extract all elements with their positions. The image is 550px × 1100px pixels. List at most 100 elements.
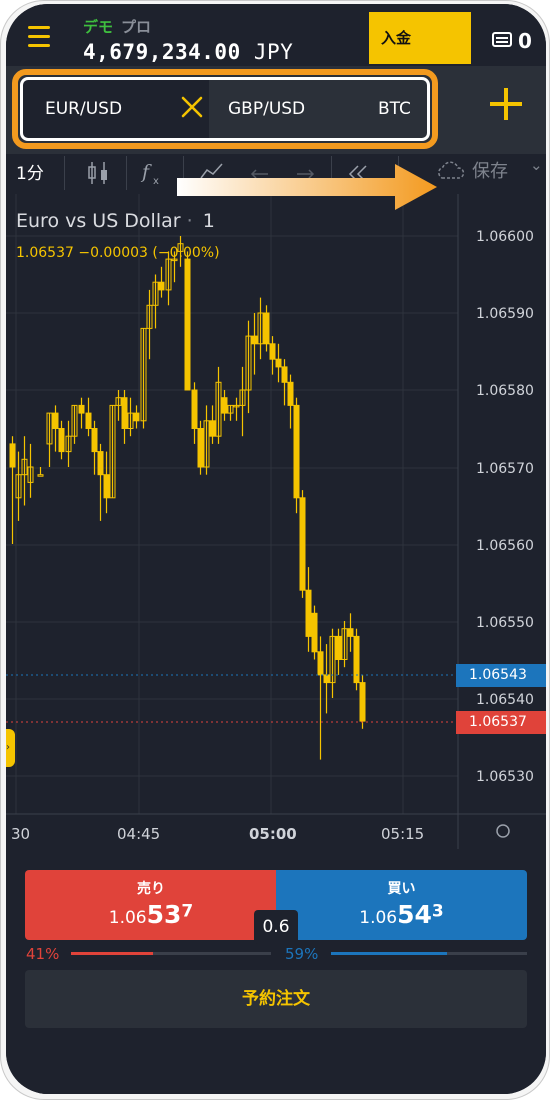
settings-gear-icon xyxy=(496,824,510,838)
price-axis-label: 1.06600 xyxy=(476,229,534,245)
candle-body xyxy=(184,258,191,391)
candle-body xyxy=(275,358,282,368)
tab-highlight-inner-frame xyxy=(20,77,430,141)
wallet-count: 0 xyxy=(518,29,532,53)
time-axis-label: 04:45 xyxy=(117,825,160,843)
add-tab-plus-icon[interactable] xyxy=(486,84,526,124)
price-axis-label: 1.06540 xyxy=(476,692,534,708)
hamburger-menu-icon[interactable] xyxy=(28,26,50,47)
symbol-timeframe: 1 xyxy=(202,210,215,232)
balance-currency: JPY xyxy=(253,40,294,64)
candle-body xyxy=(209,420,216,437)
price-axis-label: 1.06530 xyxy=(476,769,534,785)
bid-price-tag: 1.06537 xyxy=(456,711,546,734)
buy-price-main: 54 xyxy=(397,900,432,929)
account-balance: 4,679,234.00 JPY xyxy=(83,40,293,64)
time-axis-label: 05:15 xyxy=(381,825,424,843)
candle-body xyxy=(287,381,294,406)
time-axis-label: 30 xyxy=(11,825,30,843)
candle-body xyxy=(9,443,16,468)
candlestick-canvas[interactable]: 1.06600 1.06590 1.06580 1.06570 1.06560 1.065… xyxy=(6,194,546,849)
save-label[interactable]: 保存 xyxy=(472,157,508,183)
candle-body xyxy=(269,343,276,360)
price-axis-label: 1.06580 xyxy=(476,383,534,399)
pro-mode-label[interactable]: プロ xyxy=(121,18,151,36)
app-header: デモ プロ 4,679,234.00 JPY 入金 0 xyxy=(6,4,546,66)
candle-body xyxy=(37,474,44,477)
candle-body xyxy=(91,428,98,453)
candle-body xyxy=(305,589,312,637)
candle-body xyxy=(197,428,204,468)
demo-mode-label[interactable]: デモ xyxy=(83,18,113,36)
buy-price-prefix: 1.06 xyxy=(359,908,398,928)
candle-body xyxy=(52,412,59,430)
candle-body xyxy=(323,674,330,684)
price-axis-label: 1.06550 xyxy=(476,615,534,631)
sell-label: 売り xyxy=(137,881,165,897)
toolbar-divider xyxy=(126,156,127,190)
candle-body xyxy=(158,281,165,291)
candle-body xyxy=(58,428,65,453)
symbol-tab-bar: EUR/USD GBP/USD BTC xyxy=(6,66,546,154)
candle-body xyxy=(97,451,104,476)
toolbar-divider xyxy=(64,156,65,190)
candle-body xyxy=(221,397,228,414)
chevron-down-icon[interactable]: ⌄ xyxy=(530,156,543,174)
buy-label: 買い xyxy=(387,881,416,897)
candle-body xyxy=(263,312,270,345)
sell-price-prefix: 1.06 xyxy=(108,908,147,928)
spread-value: 0.6 xyxy=(254,910,298,944)
sell-button[interactable]: 売り 1.06537 xyxy=(25,870,277,940)
svg-text:x: x xyxy=(153,176,159,187)
candle-body xyxy=(317,651,324,676)
swipe-arrow-icon xyxy=(177,164,437,210)
balance-amount: 4,679,234.00 xyxy=(83,40,241,64)
candle-body xyxy=(353,635,360,684)
candle-body xyxy=(191,389,198,429)
svg-text:f: f xyxy=(140,161,152,183)
symbol-title: Euro vs US Dollar · 1 xyxy=(16,210,215,232)
ask-price-tag: 1.06543 xyxy=(456,664,546,687)
buy-price-pip: 3 xyxy=(431,901,444,922)
candle-body xyxy=(85,412,92,430)
sell-price-main: 53 xyxy=(146,900,182,929)
candle-body xyxy=(311,612,318,653)
app-screen: デモ プロ 4,679,234.00 JPY 入金 0 EUR/USD GBP/U… xyxy=(6,4,546,1094)
wallet-icon[interactable] xyxy=(492,32,512,47)
buy-ratio-percent: 59% xyxy=(285,945,319,963)
candle-body xyxy=(281,366,288,383)
candle-body xyxy=(251,335,258,345)
candle-body xyxy=(335,635,342,660)
candle-body xyxy=(359,682,366,722)
deposit-button[interactable]: 入金 xyxy=(369,12,471,64)
sell-price-pip: 7 xyxy=(181,901,194,922)
account-mode: デモ プロ xyxy=(83,16,151,37)
symbol-name: Euro vs US Dollar xyxy=(16,210,181,232)
price-axis-label: 1.06560 xyxy=(476,538,534,554)
candle-body xyxy=(78,404,85,414)
time-axis-label: 05:00 xyxy=(249,825,297,843)
candle-type-icon[interactable] xyxy=(84,158,112,188)
sell-price: 1.06537 xyxy=(25,900,277,929)
timeframe-selector[interactable]: 1分 xyxy=(16,159,44,184)
cloud-save-icon[interactable] xyxy=(434,158,466,182)
sell-ratio-percent: 41% xyxy=(26,945,60,963)
ohlc-readout: 1.06537 −0.00003 (−0.00%) xyxy=(16,245,220,261)
candle-body xyxy=(299,497,306,591)
candle-body xyxy=(121,397,128,429)
reserve-order-button[interactable]: 予約注文 xyxy=(25,970,527,1028)
side-panel-handle[interactable]: › xyxy=(6,729,15,767)
price-chart[interactable]: 1.06600 1.06590 1.06580 1.06570 1.06560 1.065… xyxy=(6,194,546,849)
sell-ratio-bar xyxy=(71,952,153,955)
buy-ratio-bar xyxy=(331,952,447,955)
candle-body xyxy=(133,412,140,422)
candle-body xyxy=(347,628,354,637)
buy-price: 1.06543 xyxy=(276,900,527,929)
candle-body xyxy=(293,404,300,499)
buy-button[interactable]: 買い 1.06543 xyxy=(276,870,527,940)
price-axis-label: 1.06590 xyxy=(476,306,534,322)
candle-body xyxy=(103,474,110,499)
indicator-fx-icon[interactable]: f x xyxy=(138,158,166,188)
order-panel: 売り 1.06537 買い 1.06543 0.6 41% 59% 予約注文 xyxy=(6,849,546,1094)
device-frame: デモ プロ 4,679,234.00 JPY 入金 0 EUR/USD GBP/U… xyxy=(0,0,550,1100)
